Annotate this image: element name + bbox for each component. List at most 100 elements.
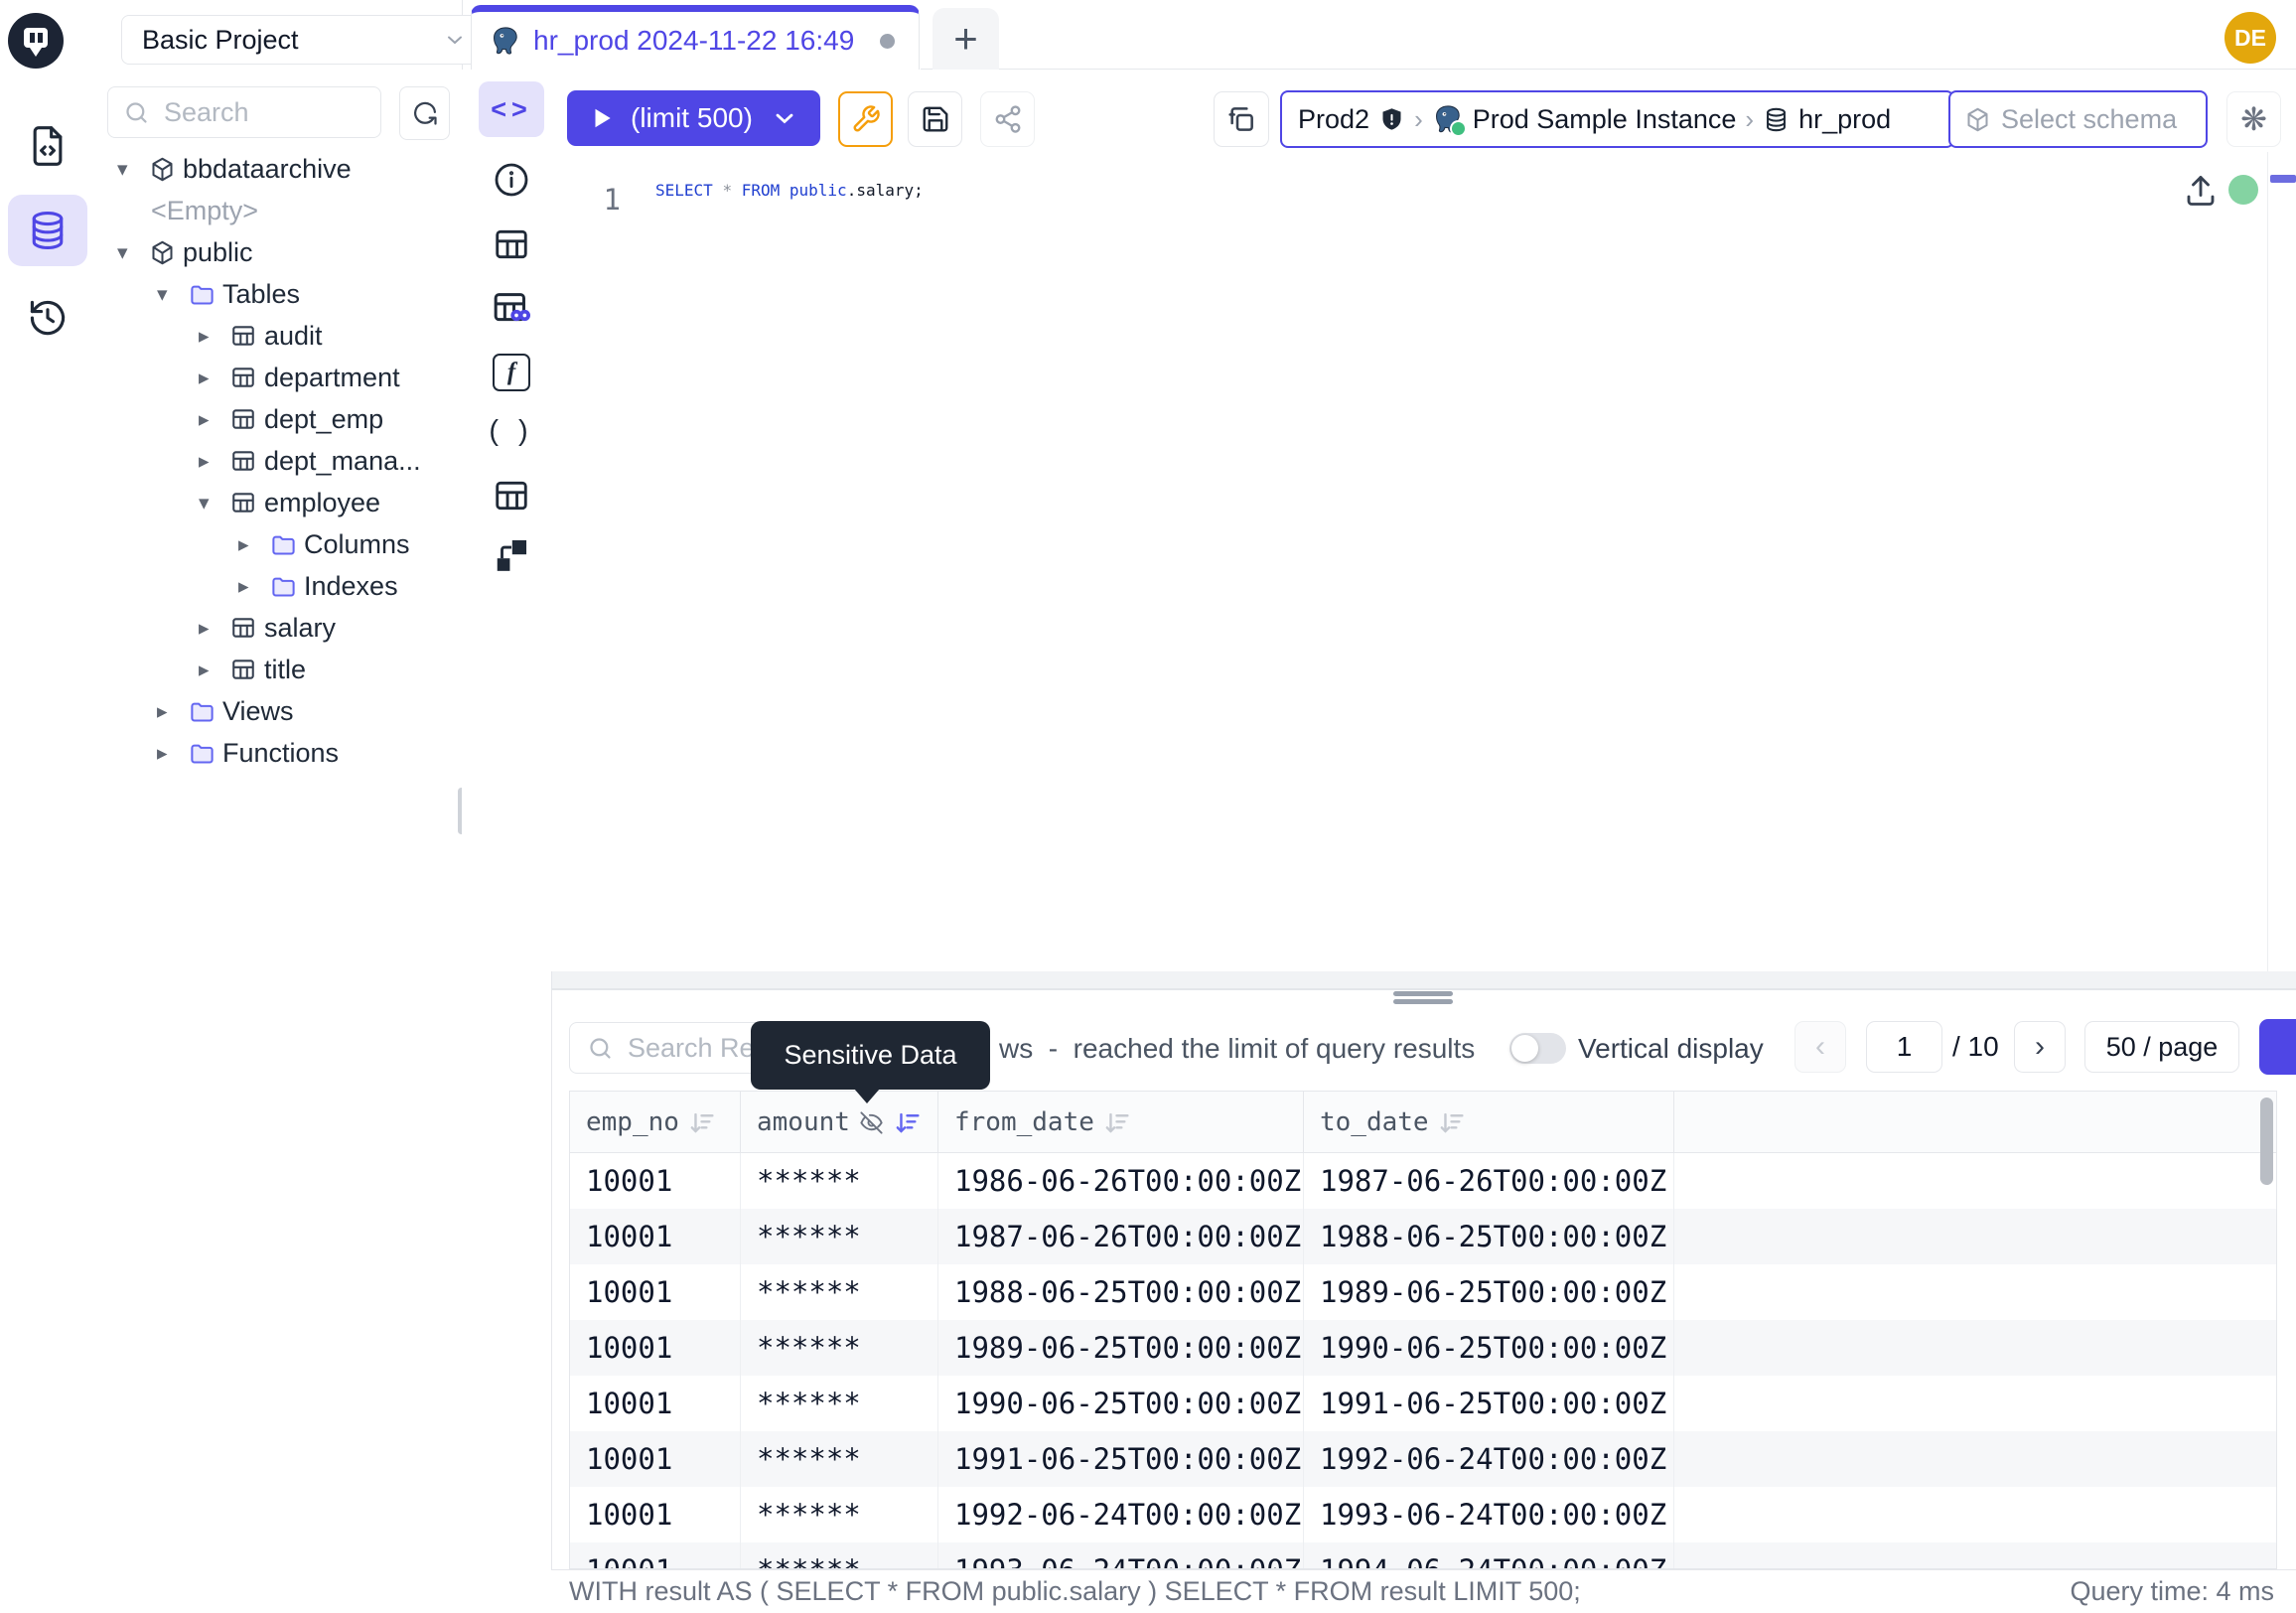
schema-select[interactable]: Select schema [1948,90,2208,148]
rail-tables-button[interactable] [479,217,544,272]
column-header-from_date[interactable]: from_date [938,1092,1304,1153]
caret-down-icon[interactable]: ▾ [117,240,149,265]
caret-right-icon[interactable]: ▸ [199,449,230,474]
tree-item-tables[interactable]: ▾Tables [95,273,462,315]
chevron-down-icon[interactable] [771,104,798,132]
caret-right-icon[interactable]: ▸ [199,366,230,390]
table-row[interactable]: 10001******1991-06-25T00:00:00Z1992-06-2… [570,1431,2276,1487]
tree-item-views[interactable]: ▸Views [95,690,462,732]
vertical-display-toggle[interactable] [1509,1033,1566,1064]
rail-info-button[interactable] [479,152,544,208]
folder-icon [270,531,304,558]
tree-item-label: dept_emp [264,404,383,435]
nav-database-button[interactable] [8,195,87,266]
schema-placeholder: Select schema [2001,104,2177,135]
caret-right-icon[interactable]: ▸ [199,616,230,641]
tree-item-functions[interactable]: ▸ Functions [95,732,462,774]
sort-icon[interactable] [687,1108,716,1137]
save-button[interactable] [908,91,962,147]
tree-item-public[interactable]: ▾ public [95,231,462,273]
tree-item-dept-emp[interactable]: ▸ dept_emp [95,398,462,440]
table-row[interactable]: 10001******1988-06-25T00:00:00Z1989-06-2… [570,1264,2276,1320]
column-header-amount[interactable]: amount [741,1092,938,1153]
table-row[interactable]: 10001******1993-06-24T00:00:00Z1994-06-2… [570,1542,2276,1569]
bytebase-logo-icon[interactable] [8,13,64,69]
caret-right-icon[interactable]: ▸ [199,407,230,432]
caret-right-icon[interactable]: ▸ [199,658,230,682]
column-header-to_date[interactable]: to_date [1304,1092,1674,1153]
page-number-input[interactable]: 1 [1866,1021,1942,1073]
rail-procedures-button[interactable]: ( ) [479,403,544,459]
batch-query-button[interactable] [1214,91,1269,147]
export-button[interactable] [2259,1019,2296,1075]
caret-down-icon[interactable]: ▾ [199,491,230,515]
nav-history-button[interactable] [8,282,87,354]
ai-assistant-button[interactable]: ❋ [2226,91,2281,147]
tree-item-label: Indexes [304,571,398,602]
share-button[interactable] [980,91,1035,147]
panel-drag-handle[interactable] [1393,999,1453,1004]
caret-down-icon[interactable]: ▾ [157,282,189,307]
sql-token-plain [732,181,742,200]
editor-scrollbar[interactable] [2267,152,2296,971]
panel-drag-handle[interactable] [1393,991,1453,996]
tree-item-audit[interactable]: ▸audit [95,315,462,357]
table-row[interactable]: 10001******1986-06-26T00:00:00Z1987-06-2… [570,1153,2276,1209]
user-avatar[interactable]: DE [2224,12,2276,64]
batch-query-icon [1225,103,1257,135]
project-select[interactable]: Basic Project [121,15,488,65]
play-icon [589,105,615,131]
run-query-button[interactable]: (limit 500) [567,90,820,146]
rail-schema-diagram-button[interactable] [479,527,544,583]
sort-icon[interactable] [1102,1108,1131,1137]
cell [1674,1431,2276,1487]
page-size-select[interactable]: 50 / page [2084,1021,2239,1073]
rail-external-tables-button[interactable] [479,468,544,523]
tree-item-dept-mana[interactable]: ▸dept_mana... [95,440,462,482]
new-tab-button[interactable]: + [933,8,999,70]
rail-masked-data-button[interactable] [479,280,544,336]
rail-functions-button[interactable]: f [479,345,544,400]
tab-active-worksheet[interactable]: hr_prod 2024-11-22 16:49 [471,5,920,70]
tree-item-indexes[interactable]: ▸ Indexes [95,565,462,607]
table-row[interactable]: 10001******1992-06-24T00:00:00Z1993-06-2… [570,1487,2276,1542]
tree-item-label: public [183,237,253,268]
caret-right-icon[interactable]: ▸ [157,741,189,766]
caret-down-icon[interactable]: ▾ [117,157,149,182]
editor-hscroll-track[interactable] [552,971,2296,988]
table-row[interactable]: 10001******1987-06-26T00:00:00Z1988-06-2… [570,1209,2276,1264]
format-sql-button[interactable] [838,91,893,147]
status-bar: WITH result AS ( SELECT * FROM public.sa… [551,1569,2296,1613]
tree-item-department[interactable]: ▸department [95,357,462,398]
caret-right-icon[interactable]: ▸ [157,699,189,724]
connection-breadcrumb[interactable]: Prod2 › Prod Sample Instance › hr_prod [1280,90,1954,148]
cell: 10001 [570,1264,741,1320]
caret-right-icon[interactable]: ▸ [238,532,270,557]
tree-item-columns[interactable]: ▸Columns [95,523,462,565]
upload-button[interactable] [2181,171,2221,211]
rail-code-button[interactable]: <> [479,81,544,137]
database-tree: ▾bbdataarchive<Empty>▾public▾Tables▸audi… [95,148,462,774]
tree-item-employee[interactable]: ▾employee [95,482,462,523]
table-row[interactable]: 10001******1989-06-25T00:00:00Z1990-06-2… [570,1320,2276,1376]
tree-item-salary[interactable]: ▸salary [95,607,462,649]
column-header-emp_no[interactable]: emp_no [570,1092,741,1153]
table-scrollbar-thumb[interactable] [2260,1098,2273,1185]
caret-right-icon[interactable]: ▸ [199,324,230,349]
refresh-button[interactable] [399,86,450,140]
sort-icon[interactable] [1437,1108,1466,1137]
database-icon [1763,106,1790,133]
cell: 1989-06-25T00:00:00Z [1304,1264,1674,1320]
prev-page-button[interactable]: ‹ [1794,1021,1846,1073]
next-page-button[interactable]: › [2014,1021,2066,1073]
table-row[interactable]: 10001******1990-06-25T00:00:00Z1991-06-2… [570,1376,2276,1431]
sql-editor-area[interactable]: 1 SELECT * FROM public.salary; [551,151,2296,971]
nav-worksheet-button[interactable] [8,110,87,182]
caret-right-icon[interactable]: ▸ [238,574,270,599]
tree-item-bbdataarchive[interactable]: ▾bbdataarchive [95,148,462,190]
instance-online-dot [1450,120,1467,137]
sort-icon[interactable] [893,1108,922,1137]
folder-icon [189,740,222,767]
tree-item-title[interactable]: ▸title [95,649,462,690]
tree-item-label: Functions [222,738,339,769]
